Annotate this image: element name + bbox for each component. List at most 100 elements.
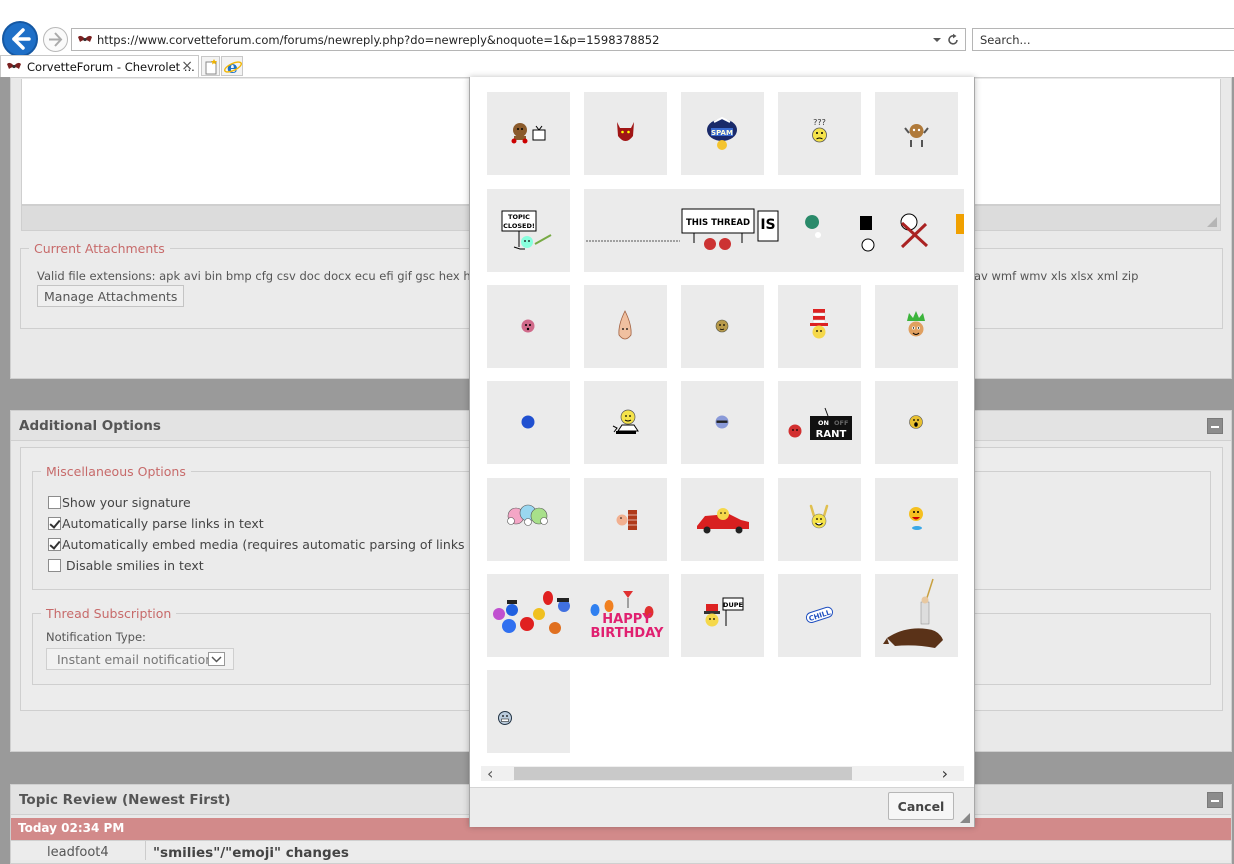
smiley-tile-troll[interactable]: [875, 285, 958, 368]
smiley-tile-drool[interactable]: [875, 478, 958, 561]
is-text: IS: [760, 217, 775, 233]
checkbox[interactable]: [48, 538, 61, 551]
checkbox[interactable]: [48, 559, 61, 572]
option-disable-smilies[interactable]: Disable smilies in text: [48, 558, 204, 573]
smiley-brick-wall-icon: [616, 510, 637, 530]
notification-type-label: Notification Type:: [46, 630, 146, 644]
notification-type-value: Instant email notification: [57, 652, 214, 667]
scroll-left-icon[interactable]: ‹: [487, 766, 493, 782]
back-arrow-icon: [12, 28, 31, 50]
smiley-tile-devil[interactable]: [584, 92, 667, 175]
url-text: https://www.corvetteforum.com/forums/new…: [97, 33, 660, 47]
scrollbar-thumb[interactable]: [514, 767, 852, 780]
smiley-tile-dupe[interactable]: DUPE: [681, 574, 764, 657]
option-label: Automatically embed media (requires auto…: [62, 537, 504, 552]
refresh-icon[interactable]: [946, 33, 960, 47]
smiley-tile-grimace[interactable]: [487, 670, 570, 753]
post-title: "smilies"/"emoji" changes: [153, 845, 349, 861]
smiley-troll-icon: [907, 311, 925, 337]
tab-title: CorvetteForum - Chevrolet ...: [27, 60, 195, 74]
smiley-topic-closed-icon: TOPIC CLOSED!: [501, 210, 552, 250]
post-username[interactable]: leadfoot4: [47, 845, 109, 860]
smiley-chill-pill-icon: CHILL: [805, 606, 834, 623]
chill-text: CHILL: [808, 608, 832, 623]
smiley-tile-rant[interactable]: ON OFF RANT: [778, 381, 861, 464]
smiley-sunglasses-icon: [715, 415, 729, 429]
happy-text: HAPPY: [602, 612, 652, 627]
birthday-text: BIRTHDAY: [591, 626, 665, 641]
smiley-tile-at-computer[interactable]: [584, 381, 667, 464]
smiley-tile-shrug[interactable]: [875, 92, 958, 175]
smiley-tile-topic-closed[interactable]: TOPIC CLOSED!: [487, 189, 570, 272]
tab-close-icon[interactable]: ×: [181, 58, 193, 74]
manage-attachments-button[interactable]: Manage Attachments: [37, 285, 185, 307]
smiley-pink-face-icon: [521, 319, 535, 333]
notification-type-select[interactable]: Instant email notification: [46, 648, 234, 670]
smiley-dead-horse-icon: [883, 578, 943, 648]
smiley-tile-pink-face[interactable]: [487, 285, 570, 368]
smiley-group-hug-icon: [507, 504, 548, 526]
divider: [145, 841, 146, 860]
smiley-rock-on-icon: [809, 504, 829, 529]
browser-search-box[interactable]: [972, 28, 1234, 51]
new-tab-button[interactable]: [201, 56, 220, 76]
smiley-tile-cat-in-hat[interactable]: [778, 285, 861, 368]
site-favicon-icon: [7, 62, 21, 69]
smiley-tile-brick-wall[interactable]: [584, 478, 667, 561]
smiley-shrug-icon: [904, 124, 929, 147]
smiley-shocked-icon: [909, 415, 923, 429]
horizontal-scrollbar[interactable]: ‹ ›: [481, 766, 964, 782]
smilies-grid: SPAM ??? TOPIC CLOSED! THIS THREAD IS ON…: [470, 77, 974, 765]
smiley-tile-group-hug[interactable]: [487, 478, 570, 561]
forward-button[interactable]: [43, 27, 68, 52]
smiley-tile-cone-head[interactable]: [584, 285, 667, 368]
smiley-tile-this-thread-banner[interactable]: THIS THREAD IS: [584, 189, 964, 272]
collapse-icon[interactable]: [1207, 418, 1223, 434]
smiley-tile-rock-on[interactable]: [778, 478, 861, 561]
address-bar[interactable]: https://www.corvetteforum.com/forums/new…: [71, 28, 966, 51]
smiley-tile-red-car[interactable]: [681, 478, 764, 561]
thread-subscription-legend: Thread Subscription: [46, 606, 172, 621]
smiley-tile-tv-watcher[interactable]: [487, 92, 570, 175]
resize-grip-icon[interactable]: [1207, 217, 1217, 227]
resize-grip-icon[interactable]: [960, 813, 970, 823]
collapse-icon[interactable]: [1207, 792, 1223, 808]
dupe-text: DUPE: [723, 601, 743, 609]
smiley-tile-blue-dot[interactable]: [487, 381, 570, 464]
option-label: Disable smilies in text: [62, 558, 204, 573]
valid-extensions-text-tail: av wmf wmv xls xlsx xml zip: [974, 269, 1139, 283]
internet-explorer-button[interactable]: e: [221, 56, 243, 78]
cancel-button[interactable]: Cancel: [888, 792, 954, 820]
this-thread-text: THIS THREAD: [686, 218, 750, 228]
browser-tab[interactable]: CorvetteForum - Chevrolet ... ×: [0, 55, 199, 77]
chevron-down-icon[interactable]: [932, 34, 942, 46]
back-button[interactable]: [2, 21, 38, 57]
chevron-down-icon[interactable]: [208, 652, 225, 666]
topic-closed-text-1: TOPIC: [508, 213, 530, 221]
smiley-tile-chill-pill[interactable]: CHILL: [778, 574, 861, 657]
option-show-signature[interactable]: Show your signature: [48, 495, 191, 510]
smiley-tile-spam[interactable]: SPAM: [681, 92, 764, 175]
smiley-tile-brown-face[interactable]: [681, 285, 764, 368]
smiley-tile-dead-horse[interactable]: [875, 574, 958, 657]
option-parse-links[interactable]: Automatically parse links in text: [48, 516, 264, 531]
checkbox[interactable]: [48, 517, 61, 530]
spam-text: SPAM: [711, 129, 733, 137]
rant-text: RANT: [816, 429, 847, 440]
scroll-right-icon[interactable]: ›: [942, 766, 948, 782]
option-embed-media[interactable]: Automatically embed media (requires auto…: [48, 537, 504, 552]
smiley-tile-shocked[interactable]: [875, 381, 958, 464]
rant-off-text: OFF: [834, 419, 848, 427]
rant-on-text: ON: [818, 419, 829, 427]
site-favicon-icon: [78, 35, 92, 42]
smiley-tile-happy-birthday[interactable]: HAPPY BIRTHDAY: [487, 574, 669, 657]
smiley-tile-sunglasses[interactable]: [681, 381, 764, 464]
smiley-at-computer-icon: [612, 409, 639, 434]
smiley-cat-in-hat-icon: [810, 309, 828, 339]
smiley-red-car-icon: [697, 508, 749, 534]
smiley-blue-face-icon: [521, 415, 535, 429]
smiley-drool-icon: [909, 507, 923, 530]
smiley-tile-confused[interactable]: ???: [778, 92, 861, 175]
browser-search-input[interactable]: [973, 29, 1234, 50]
checkbox[interactable]: [48, 496, 61, 509]
